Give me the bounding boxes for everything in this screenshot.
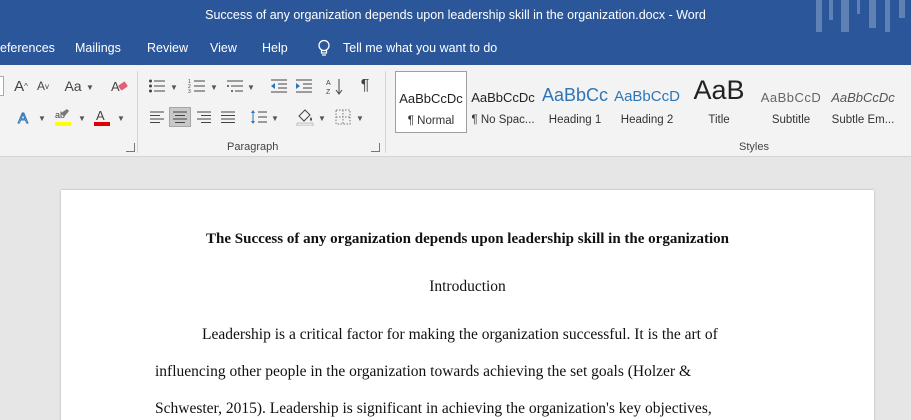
- svg-text:A: A: [96, 108, 105, 123]
- style-heading-1[interactable]: AaBbCc Heading 1: [539, 71, 611, 133]
- style-name: Heading 1: [548, 114, 602, 126]
- increase-indent-icon[interactable]: [293, 76, 315, 96]
- style-name: Heading 2: [620, 114, 674, 126]
- shading-icon[interactable]: [294, 107, 316, 127]
- tab-help[interactable]: Help: [262, 41, 288, 55]
- tab-view[interactable]: View: [210, 41, 237, 55]
- style-name: ¶ Normal: [407, 115, 455, 127]
- lightbulb-icon: [318, 39, 330, 56]
- style-normal[interactable]: AaBbCcDc ¶ Normal: [395, 71, 467, 133]
- grow-font-glyph: A: [14, 77, 25, 95]
- shrink-font-glyph: A: [36, 79, 45, 93]
- numbering-icon[interactable]: 123: [186, 76, 208, 96]
- svg-text:Z: Z: [326, 89, 331, 95]
- style-sample: AaBbCcDc: [399, 91, 463, 106]
- style-subtitle[interactable]: AaBbCcD Subtitle: [755, 71, 827, 133]
- multilevel-list-icon[interactable]: [224, 76, 246, 96]
- document-page[interactable]: The Success of any organization depends …: [61, 190, 874, 420]
- style-sample: AaBbCcD: [614, 88, 680, 105]
- ribbon-separator: [137, 71, 138, 153]
- grow-font-icon[interactable]: A ^: [10, 76, 32, 96]
- shading-caret-icon[interactable]: ▼: [318, 114, 326, 123]
- svg-text:A: A: [18, 110, 28, 126]
- ribbon-separator: [385, 71, 386, 153]
- svg-text:3: 3: [188, 89, 191, 94]
- numbering-caret-icon[interactable]: ▼: [210, 83, 218, 92]
- line-spacing-icon[interactable]: [248, 107, 270, 127]
- text-effects-caret-icon[interactable]: ▼: [38, 114, 46, 123]
- change-case-glyph: Aa: [64, 78, 82, 94]
- window-title: Success of any organization depends upon…: [205, 8, 706, 22]
- tab-review[interactable]: Review: [147, 41, 188, 55]
- svg-text:A: A: [326, 80, 331, 87]
- document-intro-heading: Introduction: [429, 278, 506, 295]
- tab-references[interactable]: eferences: [0, 41, 55, 55]
- styles-group-label: Styles: [739, 141, 769, 153]
- clear-formatting-icon[interactable]: A: [108, 76, 130, 96]
- show-formatting-marks-icon[interactable]: ¶: [354, 76, 376, 96]
- document-heading: The Success of any organization depends …: [206, 231, 729, 247]
- ribbon-tabs: eferences Mailings Review View Help Tell…: [0, 32, 911, 65]
- paragraph-dialog-launcher-icon[interactable]: [371, 143, 380, 152]
- style-heading-2[interactable]: AaBbCcD Heading 2: [611, 71, 683, 133]
- font-color-caret-icon[interactable]: ▼: [117, 114, 125, 123]
- ribbon: A ^ Av Aa ▼ A A ▼ ab ▼ A ▼ ▼ 123 ▼ ▼ AZ ¶: [0, 65, 911, 157]
- style-sample: AaB: [693, 75, 745, 105]
- style-sample: AaBbCcDc: [471, 90, 535, 105]
- style-sample: AaBbCc: [541, 85, 609, 105]
- paragraph-group-label: Paragraph: [227, 141, 279, 153]
- borders-caret-icon[interactable]: ▼: [356, 114, 364, 123]
- font-color-icon[interactable]: A: [91, 107, 113, 127]
- sort-icon[interactable]: AZ: [324, 76, 346, 96]
- highlight-caret-icon[interactable]: ▼: [78, 114, 86, 123]
- font-dialog-launcher-icon[interactable]: [126, 143, 135, 152]
- style-subtle-emphasis[interactable]: AaBbCcDc Subtle Em...: [827, 71, 899, 133]
- title-bar: Success of any organization depends upon…: [0, 0, 911, 32]
- justify-icon[interactable]: [217, 107, 239, 127]
- borders-icon[interactable]: [332, 107, 354, 127]
- decrease-indent-icon[interactable]: [268, 76, 290, 96]
- shrink-font-icon[interactable]: Av: [32, 76, 54, 96]
- align-left-icon[interactable]: [146, 107, 168, 127]
- style-name: Subtle Em...: [831, 114, 895, 126]
- paragraph-line: Schwester, 2015). Leadership is signific…: [155, 400, 712, 417]
- font-size-box[interactable]: [0, 76, 4, 96]
- style-sample: AaBbCcDc: [831, 90, 895, 105]
- bullets-icon[interactable]: [146, 76, 168, 96]
- tab-mailings[interactable]: Mailings: [75, 41, 121, 55]
- styles-gallery: AaBbCcDc ¶ Normal AaBbCcDc ¶ No Spac... …: [394, 71, 911, 133]
- style-sample: AaBbCcD: [760, 90, 822, 105]
- tell-me-search[interactable]: Tell me what you want to do: [343, 41, 497, 55]
- style-name: Subtitle: [771, 114, 811, 126]
- style-name: Title: [708, 114, 730, 126]
- paragraph-line: Leadership is a critical factor for maki…: [202, 326, 718, 343]
- line-spacing-caret-icon[interactable]: ▼: [271, 114, 279, 123]
- document-area: The Success of any organization depends …: [0, 157, 911, 420]
- multilevel-caret-icon[interactable]: ▼: [247, 83, 255, 92]
- change-case-caret-icon[interactable]: ▼: [86, 83, 94, 92]
- align-center-icon[interactable]: [169, 107, 191, 127]
- change-case-icon[interactable]: Aa: [62, 76, 84, 96]
- highlight-color-icon[interactable]: ab: [52, 107, 74, 127]
- style-name: ¶ No Spac...: [471, 114, 535, 126]
- bullets-caret-icon[interactable]: ▼: [170, 83, 178, 92]
- align-right-icon[interactable]: [193, 107, 215, 127]
- title-bar-decoration: [816, 0, 905, 32]
- style-title[interactable]: AaB Title: [683, 71, 755, 133]
- text-effects-icon[interactable]: A: [14, 107, 36, 127]
- style-no-spacing[interactable]: AaBbCcDc ¶ No Spac...: [467, 71, 539, 133]
- paragraph-line: influencing other people in the organiza…: [155, 363, 692, 380]
